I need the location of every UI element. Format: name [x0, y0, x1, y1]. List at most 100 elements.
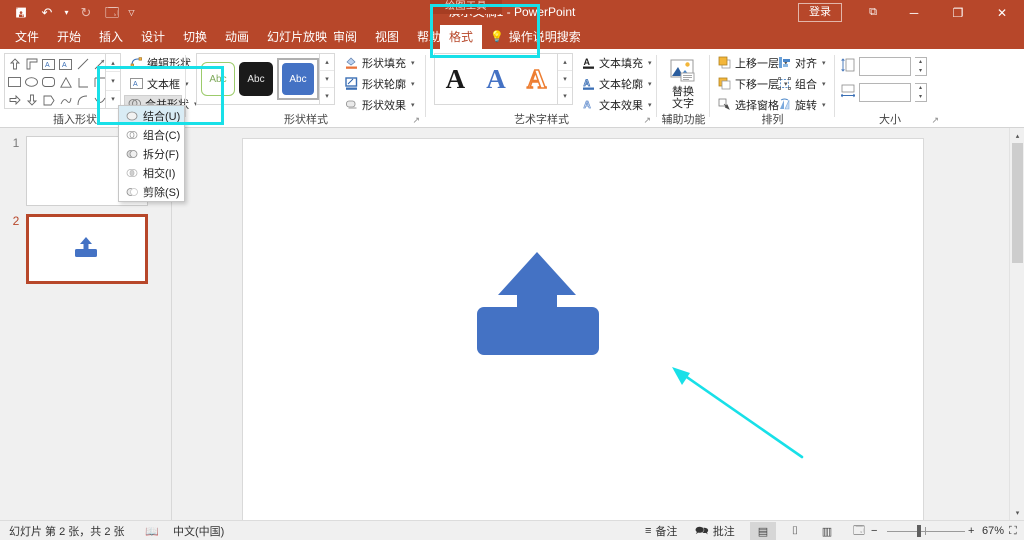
shape-rectangle[interactable]	[6, 73, 23, 91]
wordart-swatch-3[interactable]: A	[526, 64, 547, 93]
shape-corner[interactable]	[23, 55, 40, 73]
shape-textbox-b[interactable]: A	[57, 55, 74, 73]
gallery-scroll-up-icon[interactable]: ▴	[106, 54, 120, 73]
shape-height-spinner[interactable]: ▴ ▾	[915, 56, 927, 76]
shape-right-triangle[interactable]	[74, 73, 91, 91]
shape-fill-chevron-down-icon[interactable]: ▾	[411, 59, 415, 67]
slide-indicator[interactable]: 幻灯片 第 2 张，共 2 张	[4, 521, 130, 540]
shape-fill-button[interactable]: 形状填充 ▾	[341, 54, 418, 71]
wordart-swatch-2[interactable]: A	[486, 65, 506, 93]
shape-rounded-rect[interactable]	[40, 73, 57, 91]
comments-button[interactable]: 🗪 批注	[690, 521, 740, 540]
text-fill-chevron-down-icon[interactable]: ▾	[648, 59, 652, 67]
fit-to-window-button[interactable]: ⛶	[1004, 521, 1022, 540]
tab-design[interactable]: 设计	[132, 25, 174, 49]
text-effects-chevron-down-icon[interactable]: ▾	[648, 101, 652, 109]
menu-item-intersect[interactable]: 相交(I)	[119, 163, 184, 182]
zoom-track[interactable]	[887, 524, 965, 538]
wordart-more-icon[interactable]: ▾	[558, 88, 572, 104]
tab-view[interactable]: 视图	[366, 25, 408, 49]
shape-scribble[interactable]	[57, 91, 74, 109]
shape-height-input[interactable]	[859, 56, 911, 76]
slide-canvas[interactable]	[242, 138, 924, 521]
shape-styles-dialog-launcher[interactable]: ↗	[412, 115, 420, 126]
text-fill-button[interactable]: A 文本填充 ▾	[578, 54, 655, 71]
text-outline-chevron-down-icon[interactable]: ▾	[648, 80, 652, 88]
minimize-icon[interactable]: ─	[892, 0, 936, 25]
shape-style-swatch-1[interactable]: Abc	[201, 62, 235, 96]
thumbnail-canvas-2[interactable]	[26, 214, 148, 284]
shape-outline-chevron-down-icon[interactable]: ▾	[411, 80, 415, 88]
text-box-button[interactable]: A 文本框 ▾	[126, 75, 192, 92]
language-indicator[interactable]: 中文(中国)	[168, 521, 229, 540]
tell-me-search[interactable]: 💡 操作说明搜索	[490, 25, 581, 49]
align-chevron-down-icon[interactable]: ▾	[822, 59, 826, 67]
shape-style-swatch-3-selected[interactable]: Abc	[277, 58, 319, 100]
scrollbar-thumb[interactable]	[1012, 143, 1023, 263]
scroll-down-icon[interactable]: ▾	[1010, 505, 1024, 520]
thumbnail-item-2[interactable]: 2	[6, 214, 148, 284]
shape-style-gallery[interactable]: Abc Abc Abc	[196, 53, 320, 105]
shape-arc[interactable]	[74, 91, 91, 109]
shape-style-swatch-2[interactable]: Abc	[239, 62, 273, 96]
tab-file[interactable]: 文件	[6, 25, 48, 49]
group-chevron-down-icon[interactable]: ▾	[822, 80, 826, 88]
tab-format[interactable]: 格式	[440, 25, 483, 49]
merge-shapes-dropdown-menu[interactable]: 结合(U) 组合(C) 拆分(F) 相交(I) 剪除(S)	[118, 105, 185, 202]
height-spin-up-icon[interactable]: ▴	[915, 58, 926, 67]
shape-pentagon-arrow[interactable]	[40, 91, 57, 109]
width-spin-up-icon[interactable]: ▴	[915, 84, 926, 93]
vertical-scrollbar[interactable]: ▴ ▾	[1009, 128, 1024, 520]
shape-outline-button[interactable]: 形状轮廓 ▾	[341, 75, 418, 92]
wordart-scroll-up-icon[interactable]: ▴	[558, 54, 572, 71]
scroll-up-icon[interactable]: ▴	[1010, 128, 1024, 143]
alt-text-button[interactable]: 替换 文字	[658, 53, 708, 115]
maximize-icon[interactable]: ❐	[936, 0, 980, 25]
sign-in-button[interactable]: 登录	[798, 3, 842, 22]
normal-view-button[interactable]: ▤	[750, 522, 776, 540]
align-button[interactable]: 对齐 ▾	[774, 54, 829, 71]
group-button[interactable]: 组合 ▾	[774, 75, 829, 92]
ribbon-display-options-icon[interactable]: ⧉	[854, 0, 892, 25]
shape-style-scroll-up-icon[interactable]: ▴	[320, 54, 334, 71]
shape-style-more-icon[interactable]: ▾	[320, 88, 334, 104]
shape-ellipse[interactable]	[23, 73, 40, 91]
zoom-out-button[interactable]: −	[866, 521, 882, 540]
wordart-gallery[interactable]: A A A	[434, 53, 558, 105]
tab-review[interactable]: 审阅	[324, 25, 366, 49]
shape-textbox-a[interactable]: A	[40, 55, 57, 73]
shape-line[interactable]	[74, 55, 91, 73]
shape-style-scroll-down-icon[interactable]: ▾	[320, 71, 334, 88]
rotate-chevron-down-icon[interactable]: ▾	[822, 101, 826, 109]
wordart-scroll-down-icon[interactable]: ▾	[558, 71, 572, 88]
menu-item-union[interactable]: 结合(U)	[119, 106, 184, 125]
zoom-handle[interactable]	[917, 525, 921, 537]
tab-insert[interactable]: 插入	[90, 25, 132, 49]
shape-width-input[interactable]	[859, 82, 911, 102]
spellcheck-icon[interactable]: 📖	[140, 521, 164, 540]
text-outline-button[interactable]: A 文本轮廓 ▾	[578, 75, 655, 92]
tab-animations[interactable]: 动画	[216, 25, 258, 49]
close-icon[interactable]: ✕	[980, 0, 1024, 25]
width-spin-down-icon[interactable]: ▾	[915, 92, 926, 101]
wordart-dialog-launcher[interactable]: ↗	[643, 115, 651, 126]
shape-style-scroll[interactable]: ▴ ▾ ▾	[320, 53, 335, 105]
merged-arrow-shape[interactable]	[473, 251, 673, 381]
shape-arrow-up[interactable]	[6, 55, 23, 73]
zoom-slider[interactable]	[882, 521, 970, 540]
gallery-scroll-down-icon[interactable]: ▾	[106, 72, 120, 91]
shapes-gallery[interactable]: A A	[4, 53, 106, 109]
menu-item-subtract[interactable]: 剪除(S)	[119, 182, 184, 201]
reading-view-button[interactable]: ▥	[814, 522, 840, 540]
wordart-swatch-1[interactable]: A	[446, 65, 466, 93]
notes-button[interactable]: ≡ 备注	[640, 521, 682, 540]
shape-width-spinner[interactable]: ▴ ▾	[915, 82, 927, 102]
shape-arrow-right[interactable]	[6, 91, 23, 109]
wordart-gallery-scroll[interactable]: ▴ ▾ ▾	[558, 53, 573, 105]
shape-triangle[interactable]	[57, 73, 74, 91]
shape-effects-chevron-down-icon[interactable]: ▾	[411, 101, 415, 109]
menu-item-combine[interactable]: 组合(C)	[119, 125, 184, 144]
tab-home[interactable]: 开始	[48, 25, 90, 49]
tab-transitions[interactable]: 切换	[174, 25, 216, 49]
size-dialog-launcher[interactable]: ↗	[931, 115, 939, 126]
